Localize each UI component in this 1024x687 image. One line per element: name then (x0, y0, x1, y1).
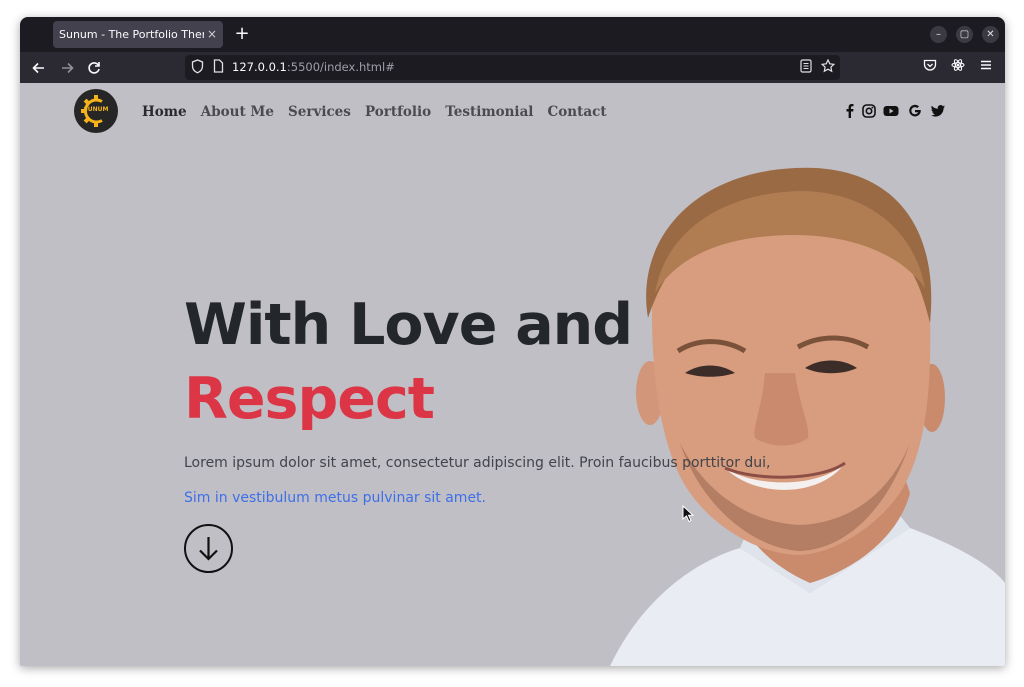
facebook-icon[interactable] (841, 102, 859, 120)
page-icon (213, 59, 224, 78)
page-viewport: SUNUM Home About Me Services Portfolio T… (20, 83, 1005, 666)
minimize-button[interactable]: – (930, 26, 947, 43)
google-icon[interactable] (906, 102, 924, 120)
hamburger-menu-icon (981, 60, 991, 70)
reader-view-icon[interactable] (800, 59, 812, 78)
reload-icon (88, 62, 100, 74)
pocket-button[interactable] (920, 58, 940, 78)
tab-title: Sunum - The Portfolio Theme (59, 28, 204, 41)
nav-testimonial[interactable]: Testimonial (445, 104, 533, 120)
forward-arrow-icon (62, 62, 74, 74)
nav-portfolio[interactable]: Portfolio (365, 104, 431, 120)
url-text[interactable]: 127.0.0.1:5500/index.html# (232, 59, 395, 76)
back-arrow-icon (32, 62, 44, 74)
nav-services[interactable]: Services (288, 104, 351, 120)
scroll-down-button[interactable] (184, 524, 233, 573)
reload-button[interactable] (83, 57, 105, 79)
hero-heading: With Love and Respect (184, 288, 633, 436)
youtube-icon[interactable] (882, 102, 900, 120)
maximize-button[interactable]: ▢ (956, 26, 973, 43)
tab-close-icon[interactable]: × (207, 21, 217, 48)
browser-window: Sunum - The Portfolio Theme × + – ▢ ✕ 12… (20, 17, 1005, 666)
hero-title-line1: With Love and (184, 292, 633, 358)
nav-contact[interactable]: Contact (548, 104, 607, 120)
instagram-icon[interactable] (860, 102, 878, 120)
extension-button[interactable] (948, 58, 968, 78)
new-tab-button[interactable]: + (230, 23, 254, 47)
menu-button[interactable] (976, 58, 996, 78)
portrait-image (610, 167, 1005, 666)
url-path: :5500/index.html# (286, 60, 395, 74)
url-bar[interactable]: 127.0.0.1:5500/index.html# (185, 55, 840, 80)
navigation-toolbar: 127.0.0.1:5500/index.html# (20, 52, 1005, 83)
hero-title-accent: Respect (184, 366, 435, 432)
tab-strip: Sunum - The Portfolio Theme × + – ▢ ✕ (20, 17, 1005, 52)
arrow-down-icon (199, 537, 218, 561)
browser-tab[interactable]: Sunum - The Portfolio Theme × (53, 21, 223, 48)
close-window-button[interactable]: ✕ (982, 26, 999, 43)
site-logo[interactable]: SUNUM (74, 89, 118, 133)
url-host: 127.0.0.1 (232, 60, 287, 74)
main-navigation: Home About Me Services Portfolio Testimo… (142, 101, 616, 121)
pocket-icon (923, 59, 937, 71)
nav-about-me[interactable]: About Me (201, 104, 274, 120)
hero-link[interactable]: Sim in vestibulum metus pulvinar sit ame… (184, 490, 486, 506)
shield-icon[interactable] (191, 59, 204, 79)
nav-home[interactable]: Home (142, 104, 187, 120)
hero-description: Lorem ipsum dolor sit amet, consectetur … (184, 455, 771, 471)
logo-text: SUNUM (83, 106, 109, 113)
mouse-cursor-icon (682, 505, 695, 523)
react-devtools-icon (951, 59, 965, 71)
bookmark-star-icon[interactable] (820, 58, 836, 78)
back-button[interactable] (28, 57, 50, 79)
twitter-icon[interactable] (929, 102, 947, 120)
forward-button[interactable] (56, 57, 78, 79)
